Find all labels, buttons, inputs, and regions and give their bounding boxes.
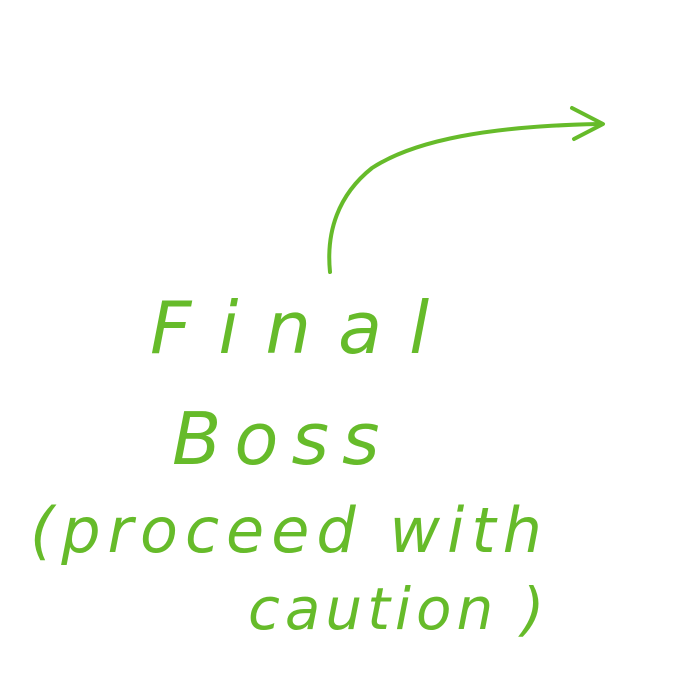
note-line-caution-part-1: (proceed with <box>30 494 549 567</box>
note-line-caution-part-2: caution ) <box>248 575 550 643</box>
arrow-shaft <box>327 122 602 274</box>
note-line-title: Final <box>150 286 457 370</box>
note-line-subtitle: Boss <box>172 397 393 481</box>
handwritten-note-canvas: Final Boss (proceed with caution ) <box>0 0 700 700</box>
